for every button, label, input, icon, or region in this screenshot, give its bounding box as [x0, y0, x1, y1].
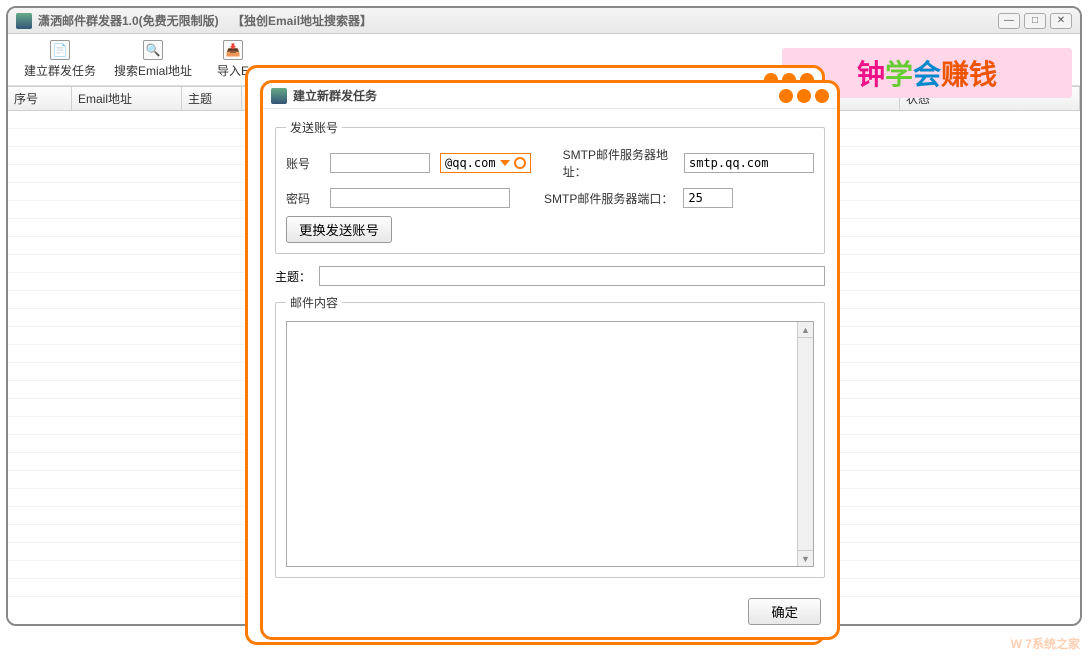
content-editor: ▲ ▼: [286, 321, 814, 567]
password-label: 密码: [286, 190, 320, 207]
window-controls: — □ ✕: [998, 13, 1072, 29]
change-account-button[interactable]: 更换发送账号: [286, 216, 392, 243]
main-titlebar: 潇洒邮件群发器1.0(免费无限制版) 【独创Email地址搜索器】 — □ ✕: [8, 8, 1080, 34]
subject-row: 主题：: [275, 266, 825, 286]
subject-label: 主题：: [275, 268, 311, 285]
account-group-legend: 发送账号: [286, 119, 342, 136]
subject-input[interactable]: [319, 266, 825, 286]
new-task-dialog: 建立新群发任务 发送账号 账号 @qq.com SMTP邮件服务器地址：: [260, 80, 840, 640]
account-input[interactable]: [330, 153, 430, 173]
dot-icon[interactable]: [797, 89, 811, 103]
password-row: 密码 SMTP邮件服务器端口：: [286, 188, 814, 208]
smtp-port-label: SMTP邮件服务器端口：: [544, 190, 673, 207]
content-legend: 邮件内容: [286, 294, 342, 311]
smtp-server-label: SMTP邮件服务器地址：: [563, 146, 674, 180]
col-subject[interactable]: 主题: [182, 87, 242, 110]
watermark: W 7系统之家: [1011, 635, 1080, 652]
dialog-footer: 确定: [275, 590, 825, 627]
account-row: 账号 @qq.com SMTP邮件服务器地址：: [286, 146, 814, 180]
scroll-down-icon[interactable]: ▼: [798, 550, 813, 566]
smtp-server-input[interactable]: [684, 153, 814, 173]
ok-button[interactable]: 确定: [748, 598, 821, 625]
banner-text-2: 学: [885, 53, 913, 93]
domain-suffix-dropdown[interactable]: @qq.com: [440, 153, 531, 173]
toolbar-new-task[interactable]: 📄 建立群发任务: [18, 38, 102, 81]
window-dots: [779, 89, 829, 103]
app-icon: [271, 88, 287, 104]
circle-icon: [514, 157, 526, 169]
app-icon: [16, 13, 32, 29]
account-group: 发送账号 账号 @qq.com SMTP邮件服务器地址： 密码 SMTP邮件服务…: [275, 119, 825, 254]
toolbar-label: 搜索Emial地址: [114, 62, 192, 79]
close-button[interactable]: ✕: [1050, 13, 1072, 29]
dot-icon[interactable]: [815, 89, 829, 103]
col-index[interactable]: 序号: [8, 87, 72, 110]
scroll-up-icon[interactable]: ▲: [798, 322, 813, 338]
banner-text-4: 赚钱: [941, 53, 997, 93]
domain-suffix-text: @qq.com: [445, 156, 496, 170]
smtp-port-input[interactable]: [683, 188, 733, 208]
content-textarea[interactable]: [287, 322, 797, 566]
document-icon: 📄: [50, 40, 70, 60]
scrollbar[interactable]: ▲ ▼: [797, 322, 813, 566]
toolbar-label: 建立群发任务: [24, 62, 96, 79]
password-input[interactable]: [330, 188, 510, 208]
chevron-down-icon: [500, 160, 510, 166]
banner-text-3: 会: [913, 53, 941, 93]
maximize-button[interactable]: □: [1024, 13, 1046, 29]
dialog-body: 发送账号 账号 @qq.com SMTP邮件服务器地址： 密码 SMTP邮件服务…: [263, 109, 837, 637]
minimize-button[interactable]: —: [998, 13, 1020, 29]
app-title: 潇洒邮件群发器1.0(免费无限制版) 【独创Email地址搜索器】: [38, 12, 372, 29]
content-group: 邮件内容 ▲ ▼: [275, 294, 825, 578]
dialog-title: 建立新群发任务: [293, 87, 377, 104]
dot-icon[interactable]: [779, 89, 793, 103]
toolbar-search-email[interactable]: 🔍 搜索Emial地址: [108, 38, 198, 81]
banner-text-1: 钟: [857, 53, 885, 93]
col-email[interactable]: Email地址: [72, 87, 182, 110]
account-label: 账号: [286, 155, 320, 172]
dialog-titlebar: 建立新群发任务: [263, 83, 837, 109]
import-icon: 📥: [223, 40, 243, 60]
search-icon: 🔍: [143, 40, 163, 60]
